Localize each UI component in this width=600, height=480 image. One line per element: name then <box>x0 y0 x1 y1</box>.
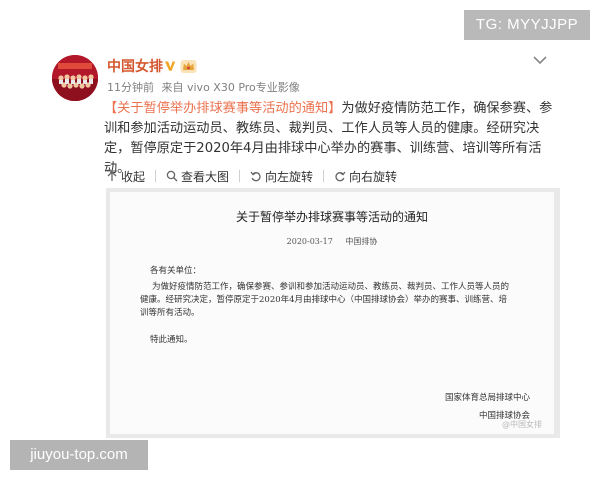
view-large-label: 查看大图 <box>181 169 230 184</box>
doc-body: 为做好疫情防范工作，确保参赛、参训和参加活动运动员、教练员、裁判员、工作人员等人… <box>140 282 510 318</box>
rotate-right-button[interactable]: 向右旋转 <box>334 168 397 185</box>
collapse-label: 收起 <box>121 169 146 184</box>
collapse-button[interactable]: 收起 <box>106 168 145 185</box>
view-large-button[interactable]: 查看大图 <box>166 168 229 185</box>
doc-salutation: 各有关单位： <box>150 266 202 276</box>
rotate-left-icon <box>250 171 261 182</box>
doc-watermark: @中国女排 <box>502 420 542 429</box>
rotate-right-icon <box>335 171 346 182</box>
post-source: 来自 vivo X30 Pro专业影像 <box>161 81 300 94</box>
image-action-bar: 收起 查看大图 向左旋转 向右旋转 <box>106 165 397 187</box>
top-watermark: TG: MYYJJPP <box>464 10 590 40</box>
verified-v-icon <box>163 59 177 73</box>
doc-signature-center: 国家体育总局排球中心 <box>444 393 530 403</box>
post-meta: 11分钟前 来自 vivo X30 Pro专业影像 <box>107 81 300 95</box>
doc-closing: 特此通知。 <box>150 335 193 345</box>
collapse-arrow-icon <box>107 170 117 181</box>
doc-date: 2020-03-17 <box>286 237 333 246</box>
post-time[interactable]: 11分钟前 <box>107 81 154 94</box>
magnifier-icon <box>166 170 178 182</box>
divider <box>155 170 157 182</box>
weibo-post-screenshot: TG: MYYJJPP jiuyou-top.com 中国女排 11分钟前 来自… <box>0 0 600 480</box>
doc-date-line: 2020-03-17 中国排协 <box>110 236 554 247</box>
post-title-link[interactable]: 【关于暂停举办排球赛事等活动的通知】 <box>104 101 341 116</box>
divider <box>323 170 325 182</box>
chevron-down-icon[interactable] <box>532 54 548 66</box>
vip-crown-icon <box>180 60 197 73</box>
bottom-watermark: jiuyou-top.com <box>10 440 148 470</box>
rotate-right-label: 向右旋转 <box>349 169 398 184</box>
doc-title: 关于暂停举办排球赛事等活动的通知 <box>235 210 428 224</box>
rotate-left-label: 向左旋转 <box>265 169 314 184</box>
username[interactable]: 中国女排 <box>107 58 163 76</box>
avatar[interactable] <box>52 55 98 101</box>
team-photo-icon <box>52 55 98 101</box>
doc-publisher: 中国排协 <box>345 237 378 246</box>
rotate-left-button[interactable]: 向左旋转 <box>250 168 313 185</box>
divider <box>239 170 241 182</box>
notice-document-image[interactable]: 关于暂停举办排球赛事等活动的通知 2020-03-17 中国排协 各有关单位： … <box>110 192 554 434</box>
